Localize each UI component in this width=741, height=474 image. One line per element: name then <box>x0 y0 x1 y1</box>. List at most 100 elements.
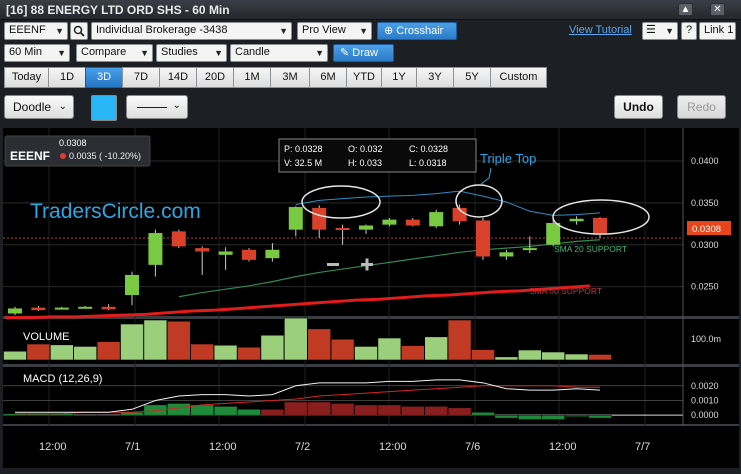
candle-up <box>78 306 93 309</box>
line-style-select[interactable]: ⌄ <box>126 95 188 119</box>
chevron-down-icon: ▼ <box>665 26 674 36</box>
quote-change: 0.0035 ( -10.20%) <box>69 151 141 161</box>
period-3d[interactable]: 3D <box>85 67 123 88</box>
link-button[interactable]: Link 1 <box>699 22 736 40</box>
view-select[interactable]: Pro View ▼ <box>297 22 372 40</box>
ohlc-low: L: 0.0318 <box>409 158 447 168</box>
sma50-support-label: SMA 50 SUPPORT <box>529 286 602 296</box>
period-ytd[interactable]: YTD <box>346 67 382 88</box>
macd-histogram-bar <box>471 411 495 416</box>
quote-last: 0.0308 <box>59 138 87 148</box>
candle-up <box>546 222 561 245</box>
candle-down <box>171 231 186 247</box>
panel-divider <box>3 364 739 367</box>
chevron-down-icon: ▼ <box>140 48 149 58</box>
volume-bar <box>237 346 261 361</box>
volume-bar <box>588 354 612 361</box>
help-button[interactable]: ? <box>681 22 697 40</box>
macd-histogram-bar <box>354 404 378 416</box>
undo-button[interactable]: Undo <box>614 95 663 119</box>
window-titlebar: [16] 88 ENERGY LTD ORD SHS - 60 Min ▲ ✕ <box>0 0 741 20</box>
period-7d[interactable]: 7D <box>122 67 160 88</box>
studies-select[interactable]: Studies ▼ <box>156 44 227 62</box>
window-title: [16] 88 ENERGY LTD ORD SHS - 60 Min <box>6 3 230 17</box>
macd-tick-label: 0.0020 <box>691 381 719 391</box>
period-3y[interactable]: 3Y <box>416 67 454 88</box>
time-tick-label: 12:00 <box>209 441 237 453</box>
candle-up <box>265 249 280 259</box>
macd-histogram-bar <box>284 401 308 416</box>
redo-button[interactable]: Redo <box>677 95 726 119</box>
drawing-color-swatch[interactable] <box>91 95 117 121</box>
ohlc-volume: V: 32.5 M <box>284 158 322 168</box>
ohlc-close: C: 0.0328 <box>409 144 448 154</box>
time-tick-label: 12:00 <box>39 441 67 453</box>
time-tick-label: 7/6 <box>465 441 480 453</box>
candle-up <box>522 248 537 251</box>
macd-panel-label: MACD (12,26,9) <box>23 373 102 385</box>
price-tick-label: 0.0350 <box>691 198 719 208</box>
period-selector: Today 1D 3D 7D 14D 20D 1M 3M 6M YTD 1Y 3Y 5Y Custom <box>4 67 547 88</box>
price-tick-label: 0.0250 <box>691 282 719 292</box>
period-20d[interactable]: 20D <box>196 67 234 88</box>
macd-histogram-bar <box>401 406 425 416</box>
compare-select[interactable]: Compare ▼ <box>76 44 153 62</box>
search-button[interactable] <box>70 22 88 40</box>
volume-bar <box>424 336 449 361</box>
candle-up <box>148 233 163 265</box>
change-indicator-dot <box>60 153 66 159</box>
symbol-input[interactable]: EEENF ▼ <box>4 22 68 40</box>
interval-value: 60 Min <box>9 46 43 58</box>
price-chart[interactable]: 0.0400 0.0350 0.0300 0.0250 12:00 7/1 12:00 7/2… <box>3 128 739 468</box>
period-1d[interactable]: 1D <box>48 67 86 88</box>
volume-bar <box>517 349 542 361</box>
volume-bar <box>167 320 191 361</box>
volume-bar <box>96 341 121 361</box>
volume-bar <box>377 337 402 361</box>
volume-bar <box>400 345 425 361</box>
period-custom[interactable]: Custom <box>490 67 547 88</box>
crosshair-button[interactable]: ⊕ Crosshair <box>377 22 457 40</box>
chevron-down-icon: ▼ <box>57 48 66 58</box>
volume-bar <box>260 334 285 361</box>
period-6m[interactable]: 6M <box>309 67 347 88</box>
watermark-text: TradersCircle.com <box>30 200 201 223</box>
period-14d[interactable]: 14D <box>159 67 197 88</box>
macd-histogram-bar <box>330 403 355 416</box>
period-1y[interactable]: 1Y <box>381 67 417 88</box>
zoom-out-icon[interactable] <box>327 263 339 266</box>
window-collapse-button[interactable]: ▲ <box>678 3 693 16</box>
pencil-icon: ✎ <box>340 47 350 59</box>
draw-button[interactable]: ✎ Draw <box>333 44 394 62</box>
drawing-tool-select[interactable]: Doodle ⌄ <box>4 95 74 119</box>
candle-up <box>569 218 584 222</box>
ohlc-high: H: 0.033 <box>348 158 382 168</box>
macd-histogram-bar <box>73 414 97 417</box>
menu-button[interactable]: ☰ ▼ <box>642 22 678 40</box>
macd-histogram-bar <box>447 407 472 416</box>
candle-down <box>101 306 116 310</box>
macd-histogram-bar <box>518 414 542 420</box>
chart-background <box>3 128 739 468</box>
period-3m[interactable]: 3M <box>270 67 310 88</box>
interval-select[interactable]: 60 Min ▼ <box>4 44 70 62</box>
candle-up <box>429 212 444 227</box>
window-close-button[interactable]: ✕ <box>710 3 725 16</box>
period-1m[interactable]: 1M <box>233 67 271 88</box>
volume-bar <box>49 344 74 361</box>
chart-type-select[interactable]: Candle ▼ <box>230 44 328 62</box>
crosshair-icon: ⊕ <box>384 25 394 37</box>
chevron-down-icon: ⌄ <box>58 101 67 112</box>
time-tick-label: 7/1 <box>125 441 140 453</box>
candle-down <box>31 307 46 311</box>
volume-bar <box>143 319 168 361</box>
macd-histogram-bar <box>260 409 285 416</box>
macd-histogram-bar <box>494 414 519 419</box>
period-5y[interactable]: 5Y <box>453 67 491 88</box>
crosshair-label: Crosshair <box>396 25 444 37</box>
period-today[interactable]: Today <box>4 67 49 88</box>
account-value: Individual Brokerage -3438 <box>96 24 228 36</box>
view-tutorial-link[interactable]: View Tutorial <box>569 24 632 36</box>
chevron-down-icon: ▼ <box>359 26 368 36</box>
account-select[interactable]: Individual Brokerage -3438 ▼ <box>91 22 292 40</box>
